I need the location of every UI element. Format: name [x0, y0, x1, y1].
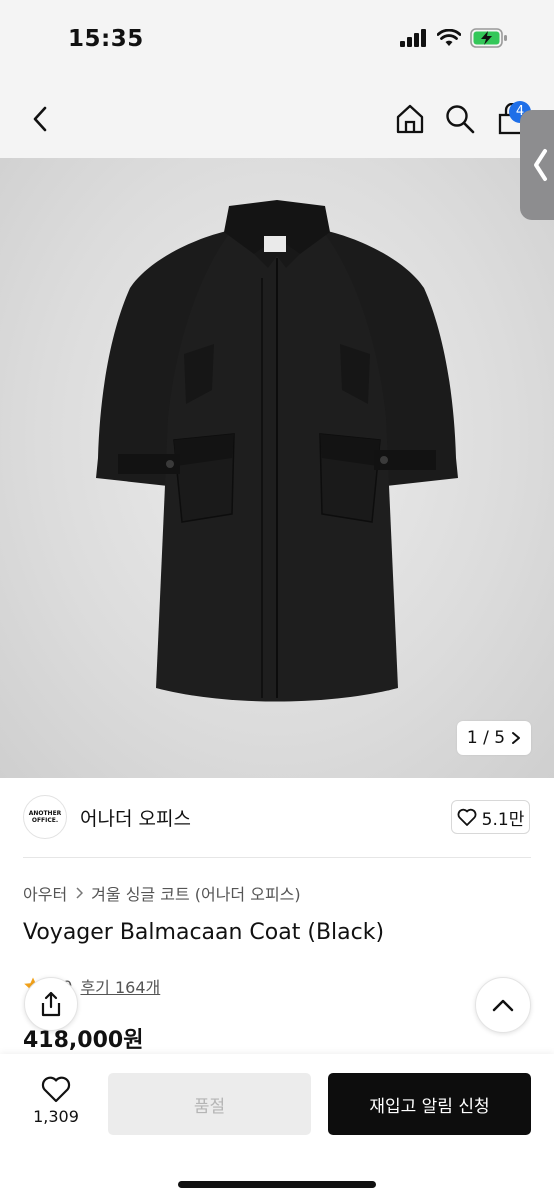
search-icon	[446, 105, 475, 134]
home-button[interactable]	[389, 98, 431, 140]
product-title: Voyager Balmacaan Coat (Black)	[23, 920, 385, 945]
back-icon	[33, 106, 47, 132]
status-bar: 15:35	[0, 0, 554, 80]
wishlist-count: 1,309	[33, 1107, 79, 1126]
heart-icon	[41, 1076, 71, 1103]
search-button[interactable]	[439, 98, 481, 140]
home-indicator	[178, 1181, 376, 1188]
chevron-left-icon	[534, 149, 547, 181]
chevron-right-icon	[512, 732, 521, 744]
side-panel-handle[interactable]	[520, 110, 554, 220]
brand-row: ANOTHER OFFICE. 어나더 오피스 5.1만	[0, 778, 554, 858]
status-icons	[400, 28, 508, 48]
brand-logo[interactable]: ANOTHER OFFICE.	[23, 795, 67, 839]
brand-like-count: 5.1만	[481, 809, 525, 830]
coat-image	[96, 200, 458, 702]
chevron-right-icon	[76, 887, 84, 899]
back-button[interactable]	[19, 98, 61, 140]
heart-icon	[457, 808, 477, 826]
soldout-button: 품절	[108, 1073, 311, 1135]
image-counter-text: 1 / 5	[466, 728, 506, 748]
breadcrumb-category[interactable]: 아우터	[23, 881, 67, 905]
restock-alert-button[interactable]: 재입고 알림 신청	[328, 1073, 531, 1135]
divider	[23, 857, 531, 858]
scroll-to-top-button[interactable]	[475, 977, 531, 1033]
brand-name[interactable]: 어나더 오피스	[80, 804, 191, 831]
signal-icon	[400, 29, 426, 47]
wishlist-button[interactable]: 1,309	[22, 1076, 90, 1126]
share-icon	[41, 991, 61, 1017]
wifi-icon	[437, 29, 461, 46]
share-button[interactable]	[24, 977, 78, 1031]
home-icon	[396, 104, 424, 134]
nav-bar	[0, 80, 554, 158]
chevron-up-icon	[492, 999, 514, 1012]
breadcrumb: 아우터 겨울 싱글 코트 (어나더 오피스)	[23, 881, 301, 905]
bottom-action-bar: 1,309 품절 재입고 알림 신청	[0, 1054, 554, 1200]
review-link[interactable]: 후기 164개	[80, 974, 160, 998]
battery-charging-icon	[470, 28, 507, 48]
brand-like-button[interactable]: 5.1만	[451, 800, 530, 834]
breadcrumb-subcategory[interactable]: 겨울 싱글 코트 (어나더 오피스)	[91, 881, 300, 905]
image-counter[interactable]: 1 / 5	[457, 721, 531, 755]
product-image[interactable]	[0, 158, 554, 778]
status-time: 15:35	[68, 26, 144, 52]
